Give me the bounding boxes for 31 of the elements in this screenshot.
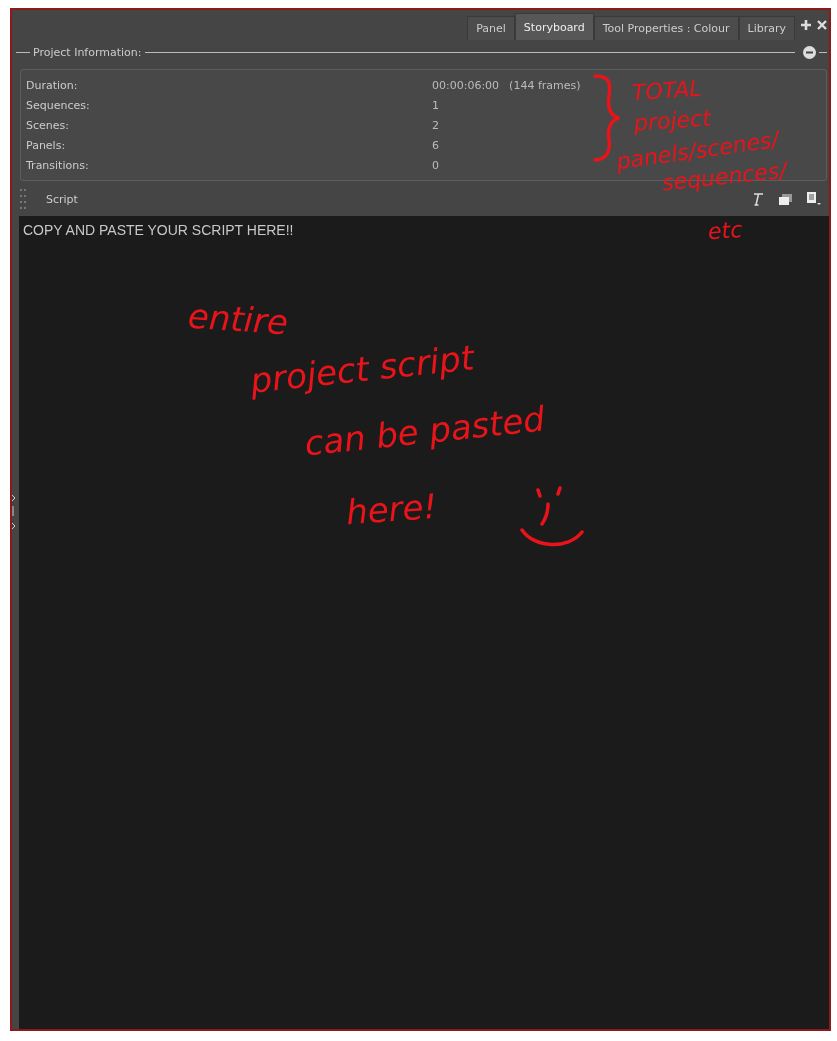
handwritten-note: project script [248, 340, 476, 398]
info-value: 0 [432, 158, 439, 172]
info-note: (144 frames) [509, 78, 581, 92]
section-title: Project Information: [33, 46, 142, 59]
window-icon[interactable] [779, 193, 792, 205]
handwritten-note: etc [707, 218, 743, 244]
handwritten-note: TOTAL [631, 77, 703, 105]
info-label: Sequences: [26, 98, 91, 112]
tab[interactable]: Panel [467, 16, 515, 40]
collapse-icon[interactable] [803, 46, 816, 59]
close-icon[interactable] [817, 20, 827, 30]
info-value: 1 [432, 98, 439, 112]
info-label: Scenes: [26, 118, 70, 132]
grip-icon[interactable] [20, 189, 26, 209]
panel-title: Script [46, 192, 78, 206]
script-text: COPY AND PASTE YOUR SCRIPT HERE!! [23, 222, 294, 238]
handwritten-note: entire [186, 298, 290, 340]
info-label: Transitions: [26, 158, 90, 172]
add-icon[interactable] [800, 19, 812, 31]
tab[interactable]: Storyboard [514, 13, 594, 40]
info-value: 6 [432, 138, 439, 152]
info-value: 2 [432, 118, 439, 132]
font-icon[interactable] [752, 192, 764, 206]
info-value: 00:00:06:00 [432, 78, 500, 92]
handwritten-note: here! [344, 488, 439, 530]
tab[interactable]: Tool Properties : Colour [593, 16, 739, 40]
tab[interactable]: Library [738, 16, 795, 40]
handwritten-note: can be pasted [302, 401, 547, 461]
info-label: Duration: [26, 78, 79, 92]
info-label: Panels: [26, 138, 67, 152]
document-menu-icon[interactable] [807, 192, 821, 206]
